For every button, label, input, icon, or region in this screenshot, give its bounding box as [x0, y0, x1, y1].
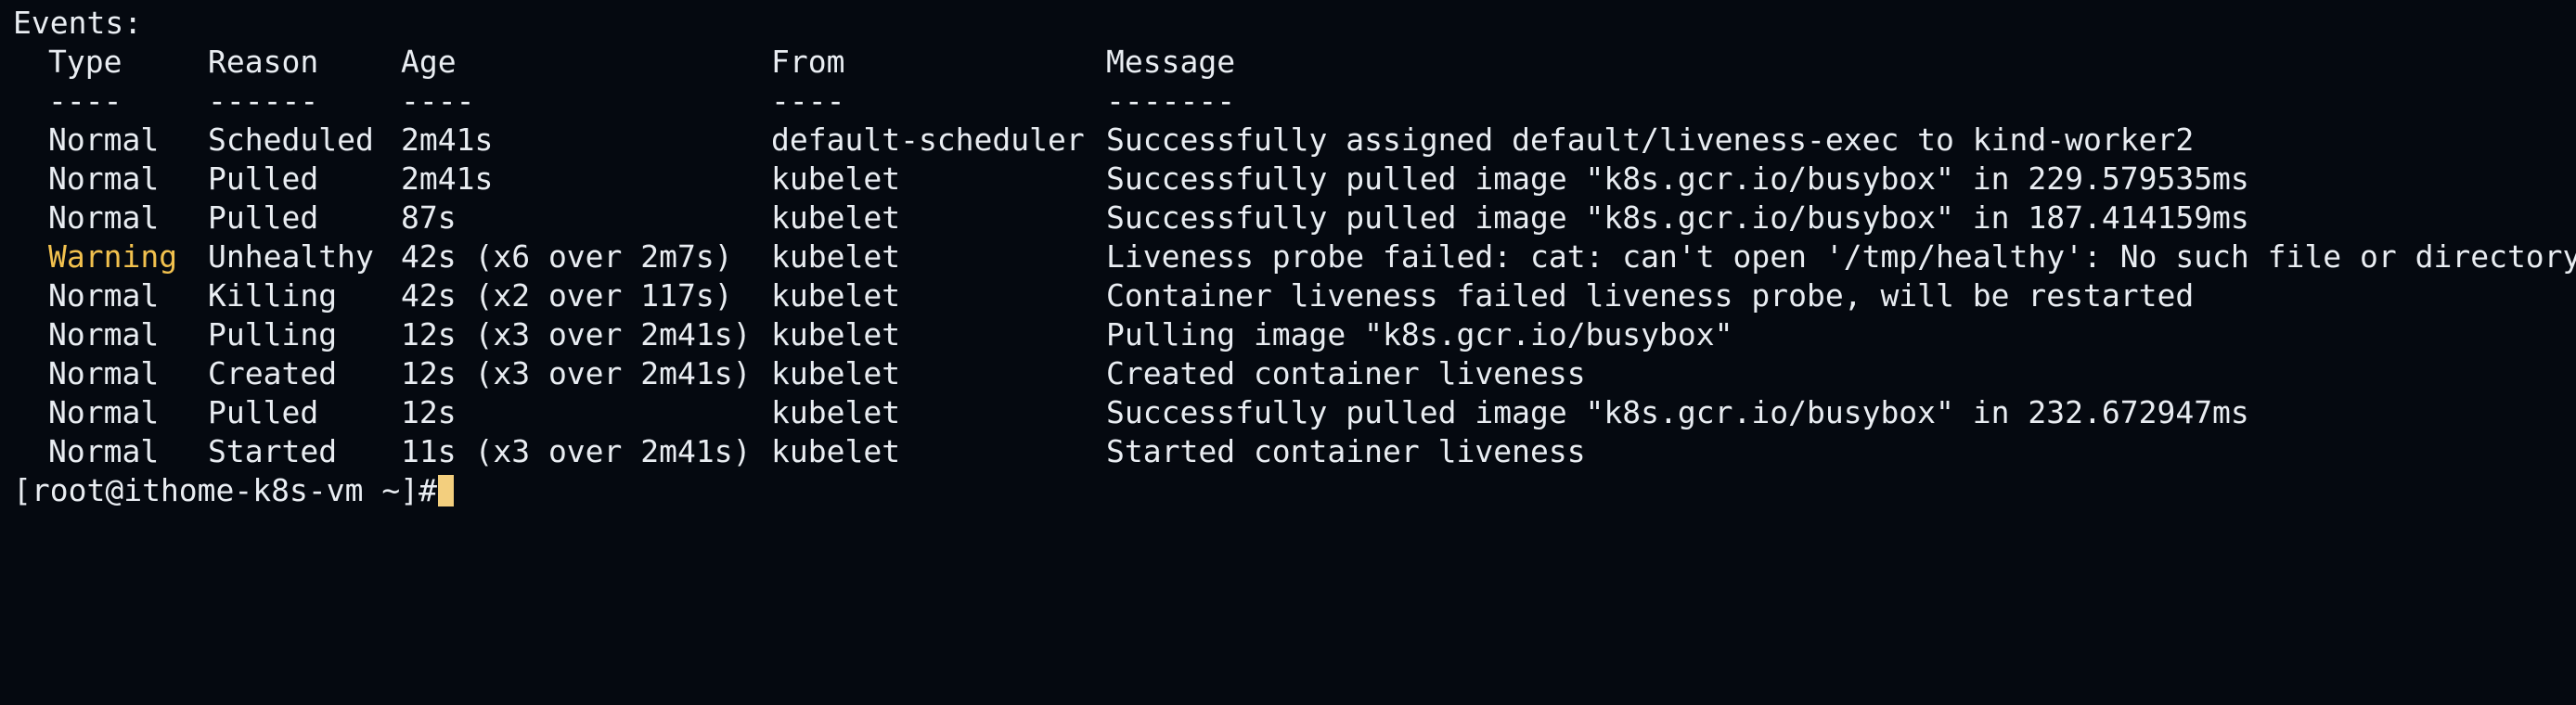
event-message: Successfully pulled image "k8s.gcr.io/bu… [1106, 199, 2249, 236]
event-from: kubelet [771, 355, 901, 391]
event-message: Successfully pulled image "k8s.gcr.io/bu… [1106, 394, 2249, 430]
separator-from: ---- [771, 83, 845, 119]
event-message: Successfully assigned default/liveness-e… [1106, 122, 2195, 158]
header-reason: Reason [208, 44, 319, 80]
command-prompt-line[interactable]: [root@ithome-k8s-vm ~]# [13, 471, 2565, 510]
event-type: Normal [48, 316, 160, 352]
event-message: Container liveness failed liveness probe… [1106, 277, 2195, 314]
event-row-warning: Warning Unhealthy 42s (x6 over 2m7s) kub… [13, 237, 2576, 276]
text-cursor[interactable] [438, 475, 454, 506]
event-age: 87s [401, 199, 457, 236]
event-row: Normal Pulling 12s (x3 over 2m41s) kubel… [13, 315, 2565, 354]
event-message: Started container liveness [1106, 433, 1586, 469]
event-from: kubelet [771, 277, 901, 314]
event-from: kubelet [771, 316, 901, 352]
event-reason: Created [208, 355, 338, 391]
event-age: 11s (x3 over 2m41s) [401, 433, 752, 469]
event-age: 12s (x3 over 2m41s) [401, 316, 752, 352]
events-label: Events: [13, 5, 143, 41]
separator-age: ---- [401, 83, 475, 119]
event-age: 2m41s [401, 122, 494, 158]
separator-reason: ------ [208, 83, 319, 119]
event-row: Normal Pulled 2m41s kubelet Successfully… [13, 160, 2565, 199]
event-message: Successfully pulled image "k8s.gcr.io/bu… [1106, 160, 2249, 197]
event-reason: Killing [208, 277, 338, 314]
event-from: kubelet [771, 238, 901, 275]
shell-prompt: [root@ithome-k8s-vm ~]# [13, 472, 437, 508]
event-from: kubelet [771, 394, 901, 430]
event-reason: Unhealthy [208, 238, 374, 275]
header-type: Type [48, 44, 122, 80]
event-type: Normal [48, 122, 160, 158]
terminal-output: Events: Type Reason Age From Message ---… [13, 4, 2576, 510]
event-from: default-scheduler [771, 122, 1085, 158]
separator-message: ------- [1106, 83, 1236, 119]
event-reason: Started [208, 433, 338, 469]
event-type: Normal [48, 394, 160, 430]
event-age: 42s (x6 over 2m7s) [401, 238, 733, 275]
header-from: From [771, 44, 845, 80]
event-from: kubelet [771, 433, 901, 469]
event-age: 2m41s [401, 160, 494, 197]
event-age: 42s (x2 over 117s) [401, 277, 733, 314]
event-reason: Pulled [208, 394, 319, 430]
event-age: 12s (x3 over 2m41s) [401, 355, 752, 391]
event-type-warning: Warning [48, 238, 178, 275]
event-from: kubelet [771, 160, 901, 197]
separator-type: ---- [48, 83, 122, 119]
event-row: Normal Created 12s (x3 over 2m41s) kubel… [13, 354, 2565, 393]
event-from: kubelet [771, 199, 901, 236]
event-row: Normal Pulled 12s kubelet Successfully p… [13, 393, 2565, 432]
event-reason: Pulled [208, 160, 319, 197]
event-row: Normal Killing 42s (x2 over 117s) kubele… [13, 276, 2565, 315]
event-message: Created container liveness [1106, 355, 1586, 391]
event-message: Pulling image "k8s.gcr.io/busybox" [1106, 316, 1733, 352]
event-age: 12s [401, 394, 457, 430]
event-reason: Scheduled [208, 122, 374, 158]
event-type: Normal [48, 433, 160, 469]
event-type: Normal [48, 277, 160, 314]
event-reason: Pulled [208, 199, 319, 236]
event-reason: Pulling [208, 316, 338, 352]
event-row: Normal Pulled 87s kubelet Successfully p… [13, 199, 2565, 237]
event-type: Normal [48, 199, 160, 236]
event-row: Normal Scheduled 2m41s default-scheduler… [13, 121, 2565, 160]
event-type: Normal [48, 160, 160, 197]
events-separator-row: ---- ------ ---- ---- ------- [13, 82, 2565, 121]
header-age: Age [401, 44, 457, 80]
event-row: Normal Started 11s (x3 over 2m41s) kubel… [13, 432, 2565, 471]
event-message: Liveness probe failed: cat: can't open '… [1106, 238, 2576, 275]
header-message: Message [1106, 44, 1236, 80]
events-header-row: Type Reason Age From Message [13, 43, 2565, 82]
event-type: Normal [48, 355, 160, 391]
